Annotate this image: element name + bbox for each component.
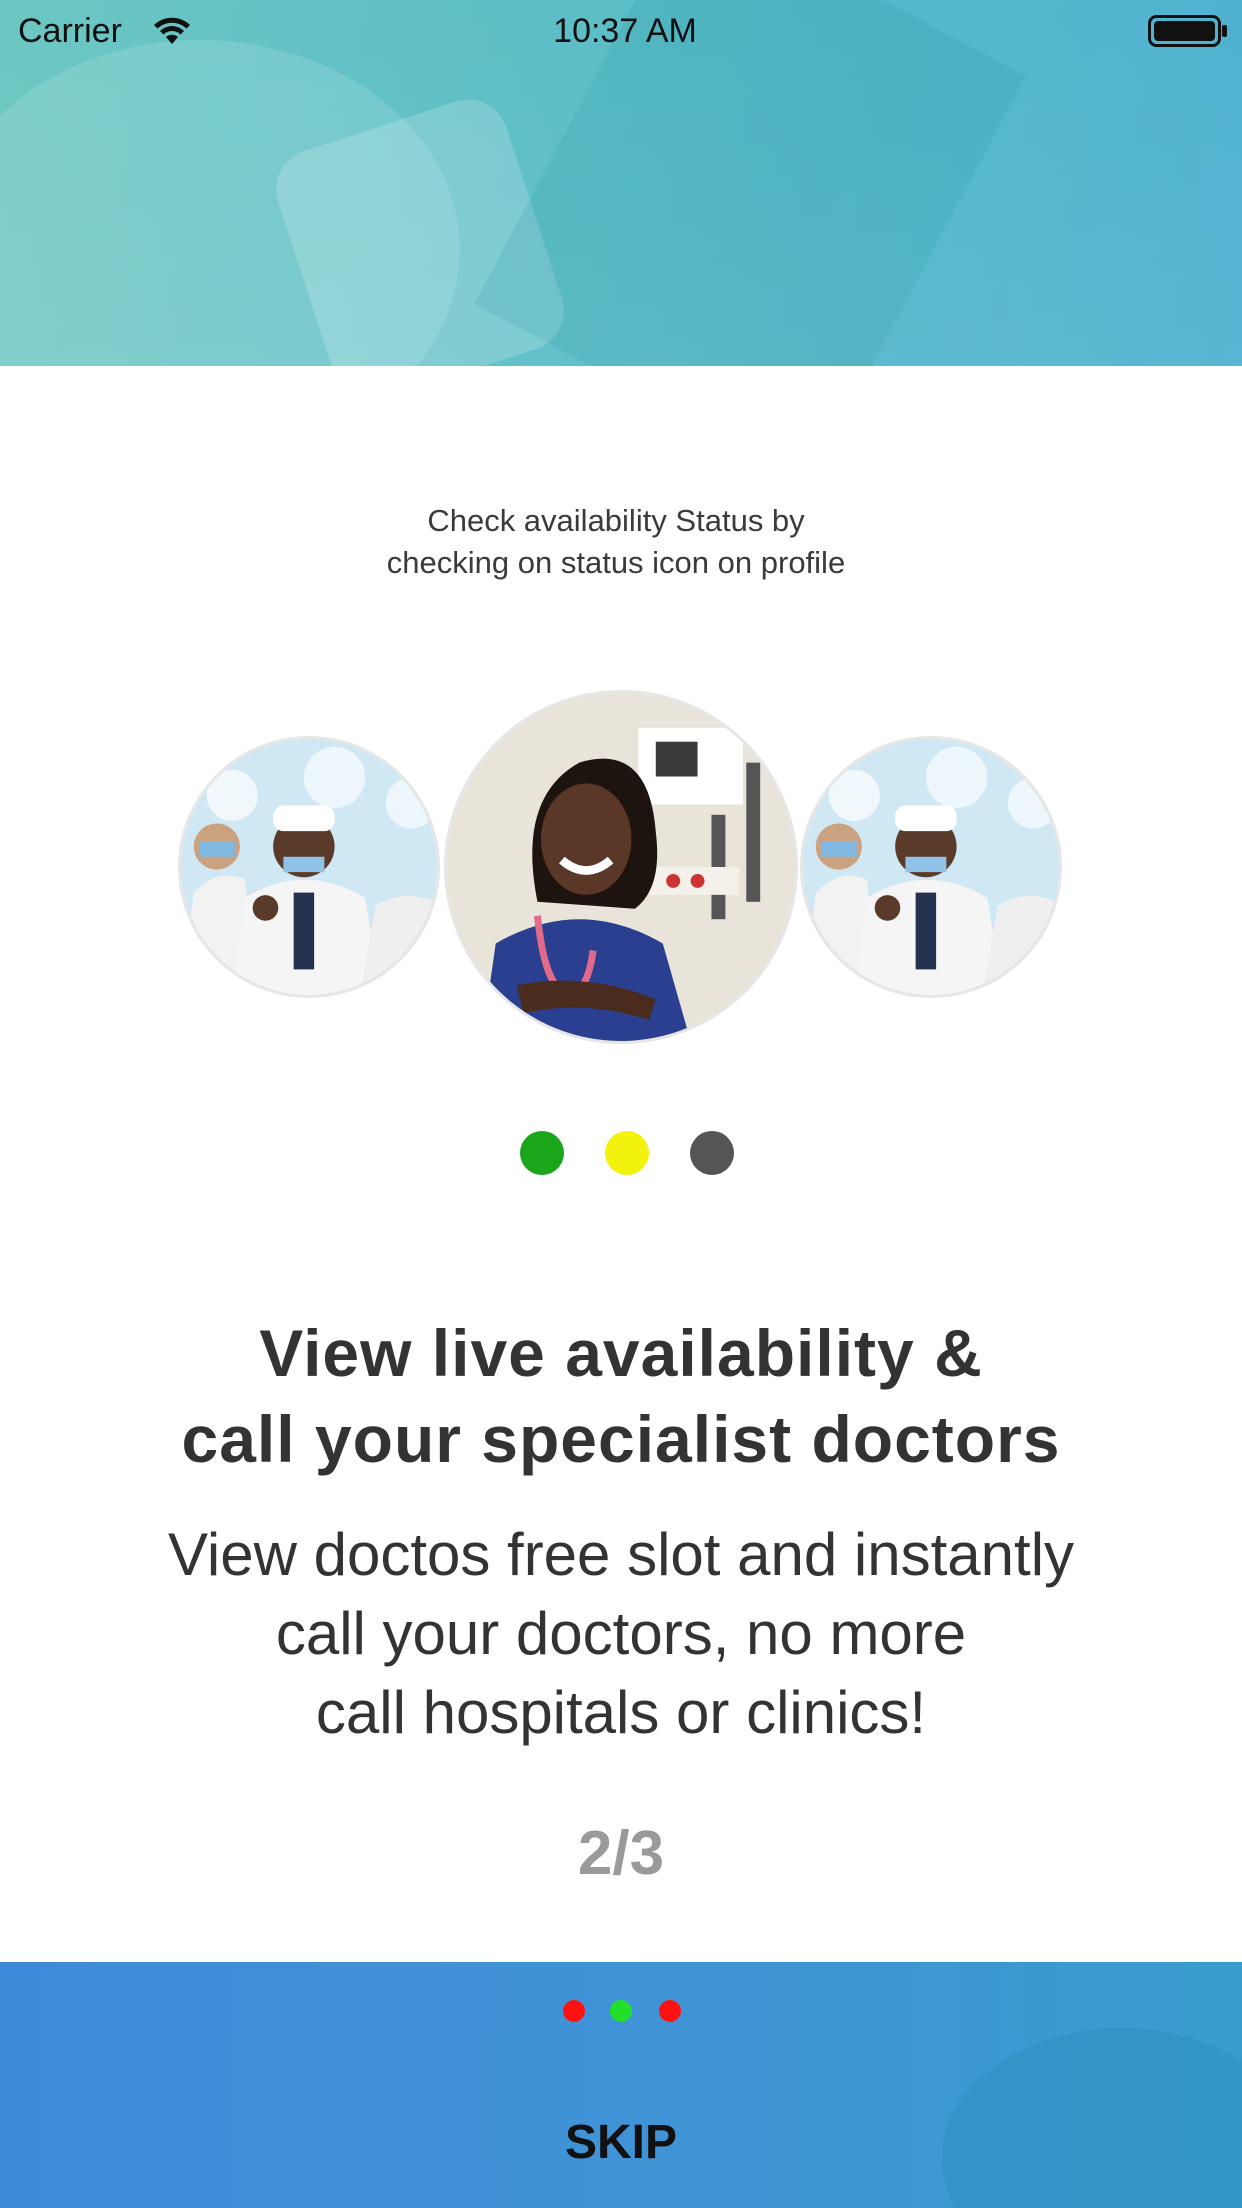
page-counter: 2/3 — [577, 1819, 665, 1888]
status-offline-dot — [690, 1131, 734, 1175]
nurse-illustration — [447, 693, 795, 1041]
doctor-group-illustration — [803, 739, 1059, 995]
doctor-photo-left[interactable] — [178, 736, 440, 998]
onboarding-description: View doctos free slot and instantly call… — [60, 1515, 1182, 1752]
description-line-3: call hospitals or clinics! — [315, 1679, 927, 1746]
onboarding-headline: View live availability & call your speci… — [60, 1310, 1182, 1482]
availability-status-legend — [0, 1131, 1242, 1177]
headline-line-1: View live availability & — [259, 1316, 983, 1390]
caption-line-1: Check availability Status by — [427, 503, 805, 538]
onboarding-screen: Carrier 10:37 AM Check availability Stat… — [0, 0, 1242, 2208]
doctor-group-illustration — [181, 739, 437, 995]
footer-bar: SKIP — [0, 1962, 1242, 2208]
page-dot-2-active[interactable] — [610, 2000, 632, 2022]
doctor-photo-center[interactable] — [444, 690, 798, 1044]
headline-line-2: call your specialist doctors — [181, 1402, 1061, 1476]
page-dot-1[interactable] — [563, 2000, 585, 2022]
page-dot-3[interactable] — [659, 2000, 681, 2022]
skip-button[interactable]: SKIP — [471, 2102, 771, 2182]
status-busy-dot — [605, 1131, 649, 1175]
clock: 10:37 AM — [553, 12, 697, 50]
availability-caption: Check availability Status by checking on… — [300, 500, 932, 584]
page-indicator — [0, 2000, 1242, 2024]
doctor-photo-right[interactable] — [800, 736, 1062, 998]
battery-icon — [1148, 15, 1227, 47]
status-available-dot — [520, 1131, 564, 1175]
description-line-1: View doctos free slot and instantly — [167, 1521, 1075, 1588]
status-bar: Carrier 10:37 AM — [0, 0, 1242, 60]
description-line-2: call your doctors, no more — [275, 1600, 967, 1667]
caption-line-2: checking on status icon on profile — [386, 545, 846, 580]
